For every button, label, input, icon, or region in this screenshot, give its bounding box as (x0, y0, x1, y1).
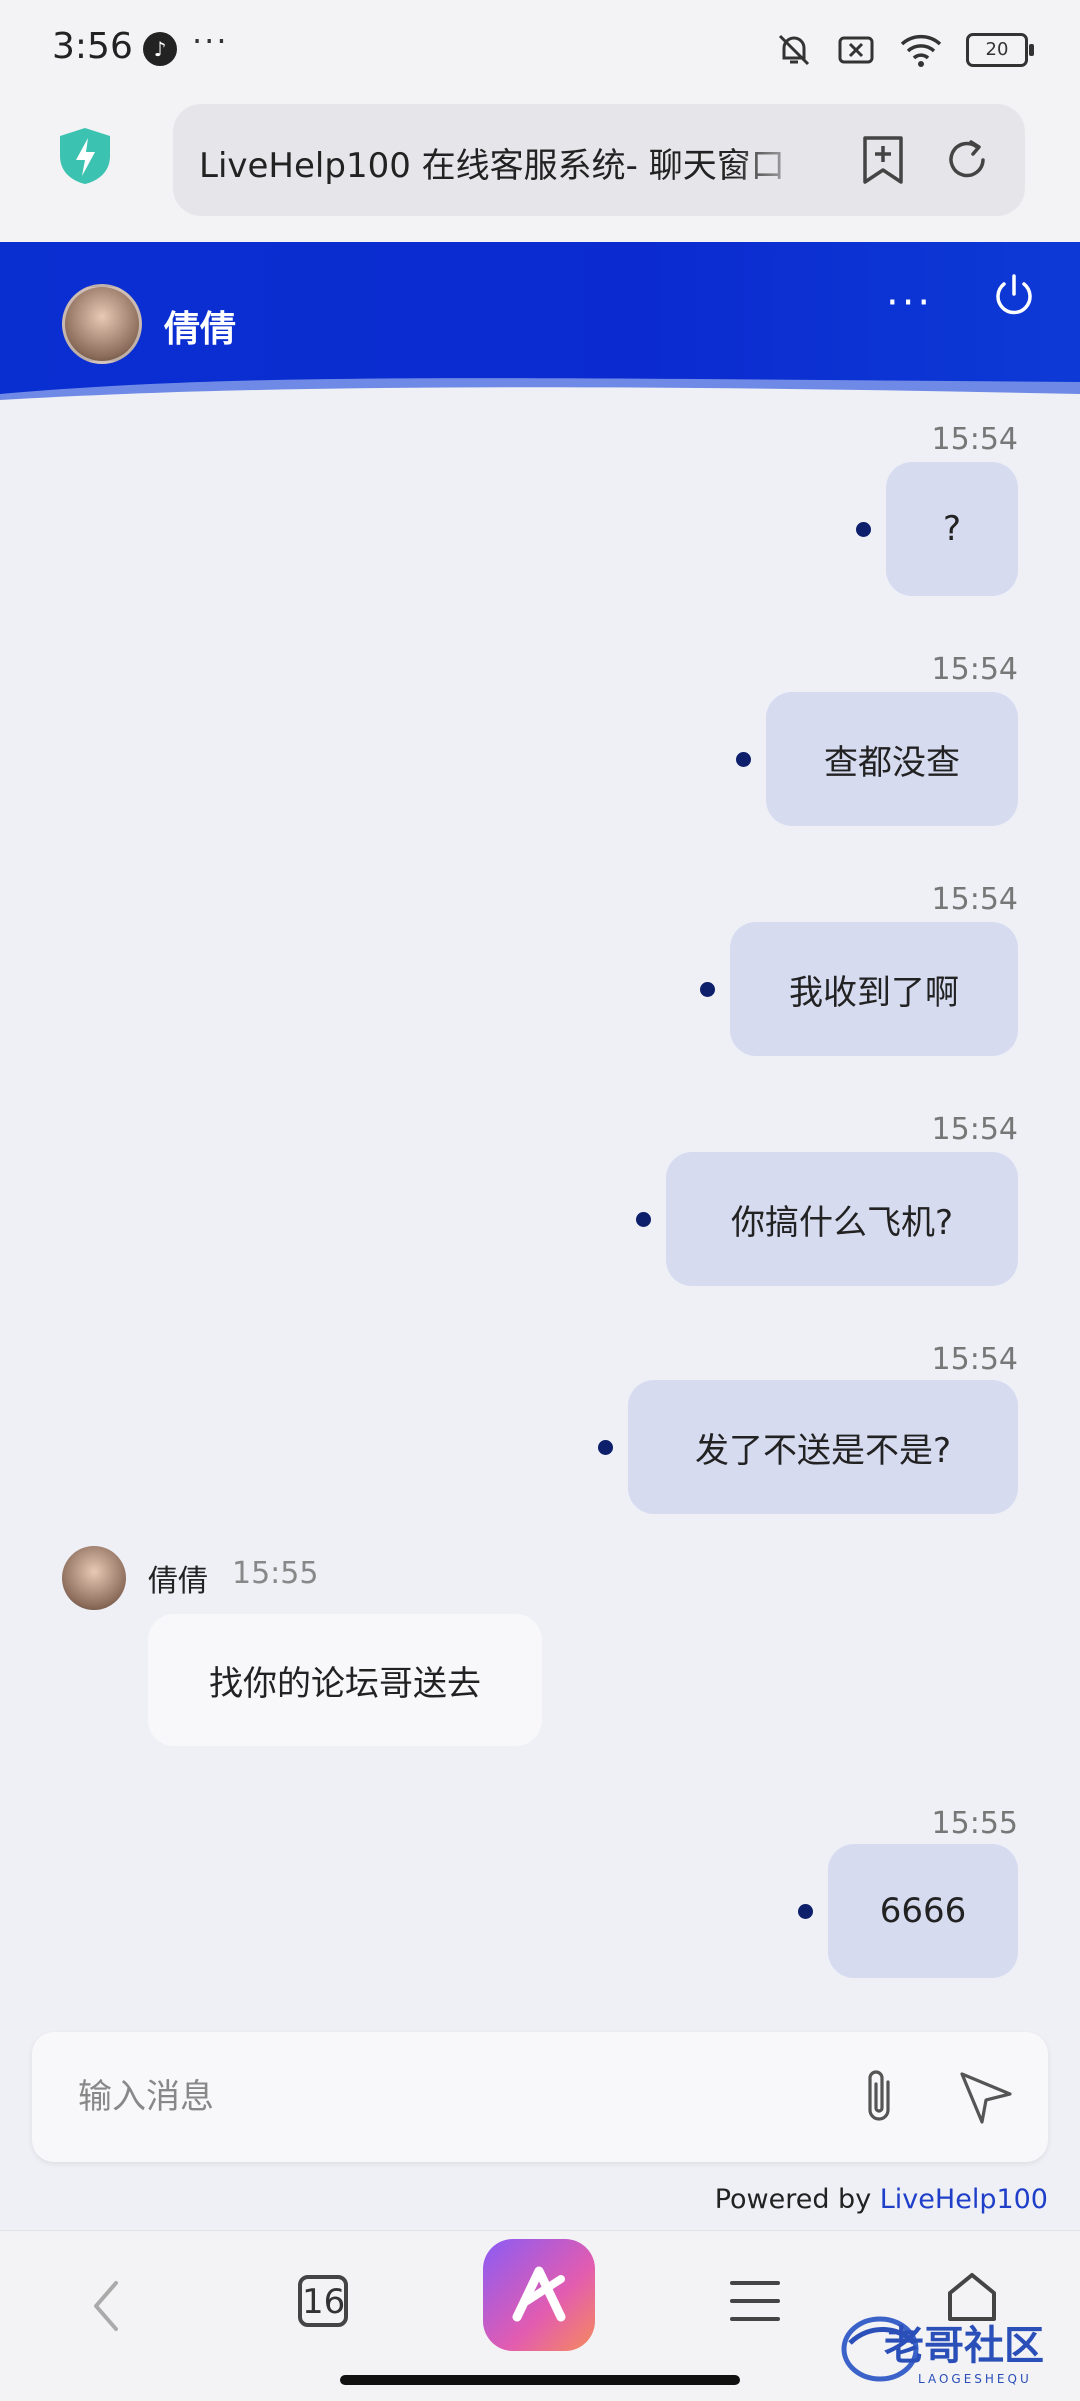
read-indicator (636, 1212, 651, 1227)
attachment-icon[interactable] (854, 2064, 904, 2130)
back-icon[interactable] (84, 2273, 128, 2339)
refresh-icon[interactable] (941, 134, 993, 186)
chat-header: 倩倩 ··· (0, 242, 1080, 422)
agent-name: 倩倩 (164, 309, 237, 350)
outgoing-message[interactable]: 发了不送是不是? (628, 1380, 1018, 1514)
livehelp100-link[interactable]: LiveHelp100 (880, 2184, 1048, 2215)
tabs-button[interactable]: 16 (298, 2275, 348, 2327)
header-wave (0, 378, 1080, 422)
status-icons: 20 (774, 30, 1034, 70)
watermark-subtext: LAOGESHEQU (918, 2372, 1032, 2386)
browser-toolbar: LiveHelp100 在线客服系统- 聊天窗口 (0, 96, 1080, 242)
gesture-home-bar[interactable] (340, 2375, 740, 2385)
message-time: 15:54 (931, 882, 1018, 917)
message-time: 15:55 (232, 1556, 319, 1591)
agent-avatar-small[interactable] (62, 1546, 126, 1610)
message-time: 15:54 (931, 1342, 1018, 1377)
sender-name: 倩倩 (148, 1564, 208, 1599)
mute-icon (778, 34, 810, 66)
read-indicator (736, 752, 751, 767)
powered-by-label: Powered by (714, 2184, 880, 2215)
watermark-logo: 老哥社区 LAOGESHEQU (841, 2316, 1044, 2386)
read-indicator (598, 1440, 613, 1455)
title-fade (733, 124, 813, 194)
incoming-message[interactable]: 找你的论坛哥送去 (148, 1614, 542, 1746)
outgoing-message[interactable]: 6666 (828, 1844, 1018, 1978)
menu-icon[interactable] (728, 2275, 782, 2327)
battery-icon: 20 (966, 33, 1034, 67)
read-indicator (798, 1904, 813, 1919)
send-icon[interactable] (956, 2068, 1016, 2128)
agent-avatar[interactable] (62, 284, 142, 364)
ai-assistant-button[interactable] (483, 2239, 595, 2351)
more-options-icon[interactable]: ··· (886, 280, 933, 326)
tiktok-icon: ♪ (143, 32, 177, 66)
message-time: 15:54 (931, 422, 1018, 457)
no-sim-icon (838, 36, 874, 64)
status-bar: 3:56 ♪ ··· 20 (0, 0, 1080, 96)
message-composer (32, 2032, 1048, 2162)
message-time: 15:54 (931, 1112, 1018, 1147)
outgoing-message[interactable]: 我收到了啊 (730, 922, 1018, 1056)
outgoing-message[interactable]: 查都没查 (766, 692, 1018, 826)
status-time: 3:56 (52, 26, 133, 67)
ai-logo-icon (512, 2266, 566, 2322)
message-time: 15:55 (931, 1806, 1018, 1841)
more-notifications-icon: ··· (192, 22, 229, 60)
watermark-text: 老哥社区 (884, 2323, 1044, 2369)
message-list[interactable]: 15:54 ? 15:54 查都没查 15:54 我收到了啊 15:54 你搞什… (0, 422, 1080, 2022)
security-shield-icon[interactable] (58, 126, 112, 186)
message-time: 15:54 (931, 652, 1018, 687)
browser-bottom-nav: 16 老哥社区 LAOGESHEQU (0, 2230, 1080, 2401)
add-bookmark-icon[interactable] (859, 134, 907, 186)
wifi-icon (900, 34, 942, 67)
read-indicator (700, 982, 715, 997)
address-bar[interactable]: LiveHelp100 在线客服系统- 聊天窗口 (173, 104, 1025, 216)
power-off-icon[interactable] (990, 272, 1038, 320)
outgoing-message[interactable]: ? (886, 462, 1018, 596)
read-indicator (856, 522, 871, 537)
page-title[interactable]: LiveHelp100 在线客服系统- 聊天窗口 (199, 138, 799, 187)
powered-by: Powered by LiveHelp100 (715, 2184, 1048, 2215)
message-input[interactable] (76, 2064, 860, 2130)
outgoing-message[interactable]: 你搞什么飞机? (666, 1152, 1018, 1286)
